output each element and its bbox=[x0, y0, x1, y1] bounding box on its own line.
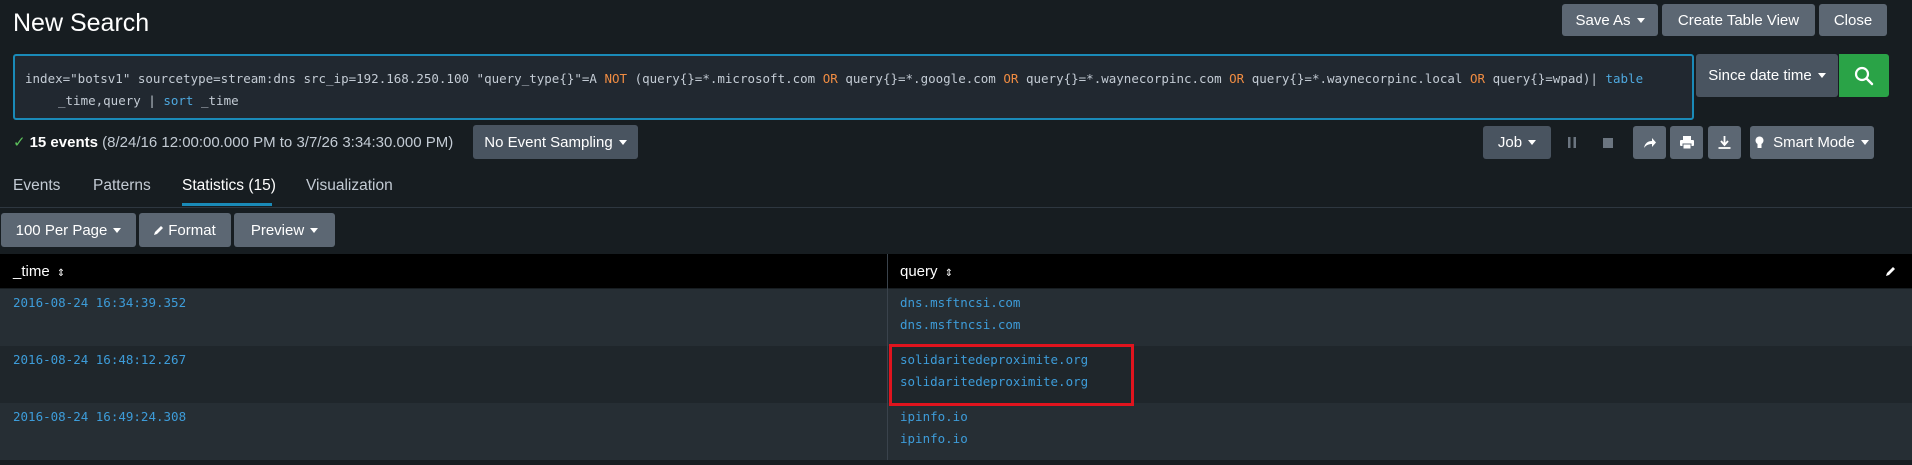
create-table-view-button[interactable]: Create Table View bbox=[1662, 4, 1815, 36]
query-command: sort bbox=[163, 92, 194, 108]
query-text: index="botsv1" sourcetype=stream:dns src… bbox=[25, 71, 605, 86]
page-title: New Search bbox=[13, 9, 150, 37]
save-as-button[interactable]: Save As bbox=[1562, 4, 1658, 36]
search-icon bbox=[1854, 66, 1874, 85]
query-keyword: NOT bbox=[604, 71, 628, 86]
table-row: 2016-08-24 16:34:39.352 dns.msftncsi.com… bbox=[0, 289, 1912, 346]
close-button[interactable]: Close bbox=[1819, 4, 1887, 36]
preview-dropdown[interactable]: Preview bbox=[234, 213, 335, 247]
share-button[interactable] bbox=[1633, 126, 1666, 159]
search-input[interactable]: index="botsv1" sourcetype=stream:dns src… bbox=[13, 54, 1694, 120]
event-summary: ✓ 15 events (8/24/16 12:00:00.000 PM to 3… bbox=[13, 133, 453, 151]
chevron-down-icon bbox=[113, 227, 122, 233]
table-row: 2016-08-24 16:49:24.308 ipinfo.io ipinfo… bbox=[0, 403, 1912, 460]
checkmark-icon: ✓ bbox=[13, 134, 26, 151]
query-text: _time,query | bbox=[58, 92, 164, 108]
bulb-icon bbox=[1755, 136, 1764, 148]
column-label: _time bbox=[13, 263, 50, 280]
share-icon bbox=[1643, 137, 1656, 148]
query-keyword: OR bbox=[1003, 71, 1019, 86]
chevron-down-icon bbox=[310, 227, 319, 233]
pencil-icon bbox=[154, 226, 164, 235]
tab-patterns[interactable]: Patterns bbox=[93, 177, 151, 195]
per-page-label: 100 Per Page bbox=[15, 221, 108, 239]
query-keyword: OR bbox=[1470, 71, 1486, 86]
job-dropdown[interactable]: Job bbox=[1483, 126, 1551, 159]
table-header: _time ⇕ query ⇕ bbox=[0, 254, 1912, 288]
edit-column-icon[interactable] bbox=[1886, 266, 1896, 276]
column-label: query bbox=[900, 263, 938, 280]
column-header-query[interactable]: query ⇕ bbox=[900, 263, 953, 280]
chevron-down-icon bbox=[1860, 140, 1869, 145]
save-as-label: Save As bbox=[1575, 11, 1631, 29]
query-value[interactable]: dns.msftncsi.com bbox=[900, 314, 1020, 336]
tab-visualization[interactable]: Visualization bbox=[306, 177, 393, 195]
sort-icon: ⇕ bbox=[944, 268, 954, 279]
time-cell[interactable]: 2016-08-24 16:49:24.308 bbox=[13, 406, 186, 428]
close-label: Close bbox=[1833, 11, 1873, 29]
chevron-down-icon bbox=[1636, 17, 1645, 23]
query-command: table bbox=[1605, 71, 1644, 86]
pause-icon bbox=[1568, 137, 1576, 148]
query-text: query{}=wpad)| bbox=[1485, 71, 1606, 86]
format-button[interactable]: Format bbox=[139, 213, 231, 247]
column-divider bbox=[887, 254, 888, 460]
column-header-time[interactable]: _time ⇕ bbox=[13, 263, 65, 280]
tab-statistics[interactable]: Statistics (15) bbox=[182, 177, 276, 195]
query-text: query{}=*.waynecorpinc.local bbox=[1244, 71, 1470, 86]
event-sampling-dropdown[interactable]: No Event Sampling bbox=[473, 125, 638, 159]
stop-icon bbox=[1603, 137, 1613, 148]
print-button[interactable] bbox=[1670, 126, 1703, 159]
query-text: query{}=*.google.com bbox=[837, 71, 1004, 86]
per-page-dropdown[interactable]: 100 Per Page bbox=[1, 213, 136, 247]
format-label: Format bbox=[168, 221, 216, 239]
query-value[interactable]: ipinfo.io bbox=[900, 406, 968, 428]
query-cell: ipinfo.io ipinfo.io bbox=[900, 406, 968, 449]
search-button[interactable] bbox=[1839, 54, 1889, 97]
query-value[interactable]: ipinfo.io bbox=[900, 428, 968, 450]
query-cell: dns.msftncsi.com dns.msftncsi.com bbox=[900, 292, 1020, 335]
query-text: (query{}=*.microsoft.com bbox=[627, 71, 823, 86]
export-button[interactable] bbox=[1708, 126, 1741, 159]
sort-icon: ⇕ bbox=[56, 268, 66, 279]
event-count: 15 events bbox=[29, 134, 98, 151]
event-sampling-label: No Event Sampling bbox=[484, 133, 613, 151]
active-tab-indicator bbox=[182, 203, 272, 206]
chevron-down-icon bbox=[1817, 73, 1826, 78]
chevron-down-icon bbox=[618, 139, 627, 145]
event-time-range: (8/24/16 12:00:00.000 PM to 3/7/26 3:34:… bbox=[102, 134, 454, 151]
time-range-picker[interactable]: Since date time bbox=[1696, 54, 1838, 97]
job-label: Job bbox=[1497, 134, 1523, 151]
search-mode-label: Smart Mode bbox=[1773, 134, 1855, 151]
query-text: query{}=*.waynecorpinc.com bbox=[1018, 71, 1230, 86]
highlight-box bbox=[889, 344, 1134, 406]
query-value[interactable]: dns.msftncsi.com bbox=[900, 292, 1020, 314]
time-cell[interactable]: 2016-08-24 16:48:12.267 bbox=[13, 349, 186, 371]
time-range-label: Since date time bbox=[1708, 67, 1812, 84]
export-icon bbox=[1718, 136, 1731, 149]
print-icon bbox=[1679, 136, 1694, 149]
query-keyword: OR bbox=[822, 71, 838, 86]
time-cell[interactable]: 2016-08-24 16:34:39.352 bbox=[13, 292, 186, 314]
query-text: _time bbox=[193, 92, 239, 108]
query-keyword: OR bbox=[1229, 71, 1245, 86]
tab-events[interactable]: Events bbox=[13, 177, 60, 195]
chevron-down-icon bbox=[1528, 140, 1537, 145]
preview-label: Preview bbox=[250, 221, 305, 239]
stop-button[interactable] bbox=[1592, 126, 1624, 159]
pause-button[interactable] bbox=[1556, 126, 1588, 159]
search-mode-dropdown[interactable]: Smart Mode bbox=[1750, 126, 1874, 159]
create-table-view-label: Create Table View bbox=[1677, 11, 1800, 29]
tab-divider bbox=[0, 207, 1912, 208]
